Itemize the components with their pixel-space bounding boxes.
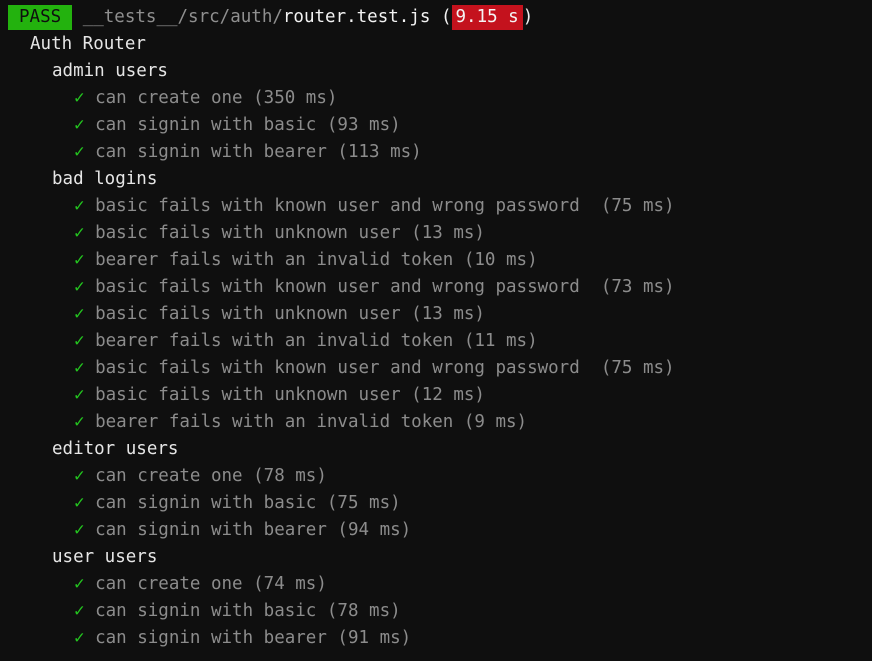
test-name: bearer fails with an invalid token (10 m… bbox=[95, 250, 538, 270]
test-name: can signin with bearer (113 ms) bbox=[95, 142, 422, 162]
terminal-output: PASS __tests__/src/auth/router.test.js (… bbox=[0, 0, 872, 661]
test-name: bearer fails with an invalid token (11 m… bbox=[95, 331, 538, 351]
test-result-row: ✓ basic fails with unknown user (13 ms) bbox=[0, 301, 872, 328]
test-result-row: ✓ bearer fails with an invalid token (11… bbox=[0, 328, 872, 355]
test-name: can create one (74 ms) bbox=[95, 574, 327, 594]
test-name: can signin with bearer (91 ms) bbox=[95, 628, 412, 648]
test-name: can signin with bearer (94 ms) bbox=[95, 520, 412, 540]
test-result-row: ✓ can create one (350 ms) bbox=[0, 85, 872, 112]
test-result-row: ✓ basic fails with known user and wrong … bbox=[0, 193, 872, 220]
test-group-title: bad logins bbox=[52, 169, 158, 189]
test-name: basic fails with known user and wrong pa… bbox=[95, 196, 675, 216]
check-icon: ✓ bbox=[74, 115, 85, 135]
test-name: basic fails with unknown user (12 ms) bbox=[95, 385, 485, 405]
test-name: can signin with basic (93 ms) bbox=[95, 115, 401, 135]
test-result-row: ✓ can signin with basic (93 ms) bbox=[0, 112, 872, 139]
check-icon: ✓ bbox=[74, 358, 85, 378]
check-icon: ✓ bbox=[74, 88, 85, 108]
test-result-row: ✓ basic fails with unknown user (12 ms) bbox=[0, 382, 872, 409]
check-icon: ✓ bbox=[74, 601, 85, 621]
check-icon: ✓ bbox=[74, 331, 85, 351]
test-name: can create one (78 ms) bbox=[95, 466, 327, 486]
test-result-row: ✓ can signin with basic (75 ms) bbox=[0, 490, 872, 517]
test-result-row: ✓ can signin with basic (78 ms) bbox=[0, 598, 872, 625]
check-icon: ✓ bbox=[74, 385, 85, 405]
test-name: can signin with basic (78 ms) bbox=[95, 601, 401, 621]
test-name: bearer fails with an invalid token (9 ms… bbox=[95, 412, 528, 432]
test-result-row: ✓ basic fails with unknown user (13 ms) bbox=[0, 220, 872, 247]
check-icon: ✓ bbox=[74, 304, 85, 324]
check-icon: ✓ bbox=[74, 223, 85, 243]
test-result-row: ✓ bearer fails with an invalid token (9 … bbox=[0, 409, 872, 436]
test-group-title: admin users bbox=[52, 61, 168, 81]
check-icon: ✓ bbox=[74, 250, 85, 270]
test-name: basic fails with known user and wrong pa… bbox=[95, 277, 675, 297]
duration-badge: 9.15 s bbox=[451, 5, 523, 30]
test-result-row: ✓ basic fails with known user and wrong … bbox=[0, 355, 872, 382]
test-result-row: ✓ can signin with bearer (91 ms) bbox=[0, 625, 872, 652]
test-name: basic fails with unknown user (13 ms) bbox=[95, 223, 485, 243]
test-groups: admin users ✓ can create one (350 ms) ✓ ca… bbox=[0, 58, 872, 652]
suite-title: Auth Router bbox=[30, 34, 146, 54]
check-icon: ✓ bbox=[74, 196, 85, 216]
check-icon: ✓ bbox=[74, 277, 85, 297]
check-icon: ✓ bbox=[74, 142, 85, 162]
check-icon: ✓ bbox=[74, 412, 85, 432]
test-result-row: ✓ basic fails with known user and wrong … bbox=[0, 274, 872, 301]
test-group-title: user users bbox=[52, 547, 158, 567]
check-icon: ✓ bbox=[74, 520, 85, 540]
check-icon: ✓ bbox=[74, 574, 85, 594]
test-result-row: ✓ can create one (78 ms) bbox=[0, 463, 872, 490]
test-name: can signin with basic (75 ms) bbox=[95, 493, 401, 513]
test-result-row: ✓ can signin with bearer (94 ms) bbox=[0, 517, 872, 544]
check-icon: ✓ bbox=[74, 628, 85, 648]
test-file-header: PASS __tests__/src/auth/router.test.js (… bbox=[0, 4, 872, 31]
test-name: basic fails with known user and wrong pa… bbox=[95, 358, 675, 378]
test-result-row: ✓ bearer fails with an invalid token (10… bbox=[0, 247, 872, 274]
test-name: can create one (350 ms) bbox=[95, 88, 338, 108]
pass-badge: PASS bbox=[8, 5, 73, 30]
test-file-dir: __tests__/src/auth/ bbox=[82, 7, 283, 27]
close-paren: ) bbox=[522, 7, 534, 27]
test-name: basic fails with unknown user (13 ms) bbox=[95, 304, 485, 324]
test-result-row: ✓ can create one (74 ms) bbox=[0, 571, 872, 598]
test-file-name: router.test.js bbox=[282, 7, 431, 27]
test-result-row: ✓ can signin with bearer (113 ms) bbox=[0, 139, 872, 166]
check-icon: ✓ bbox=[74, 466, 85, 486]
check-icon: ✓ bbox=[74, 493, 85, 513]
open-paren: ( bbox=[440, 7, 452, 27]
test-group-title: editor users bbox=[52, 439, 179, 459]
